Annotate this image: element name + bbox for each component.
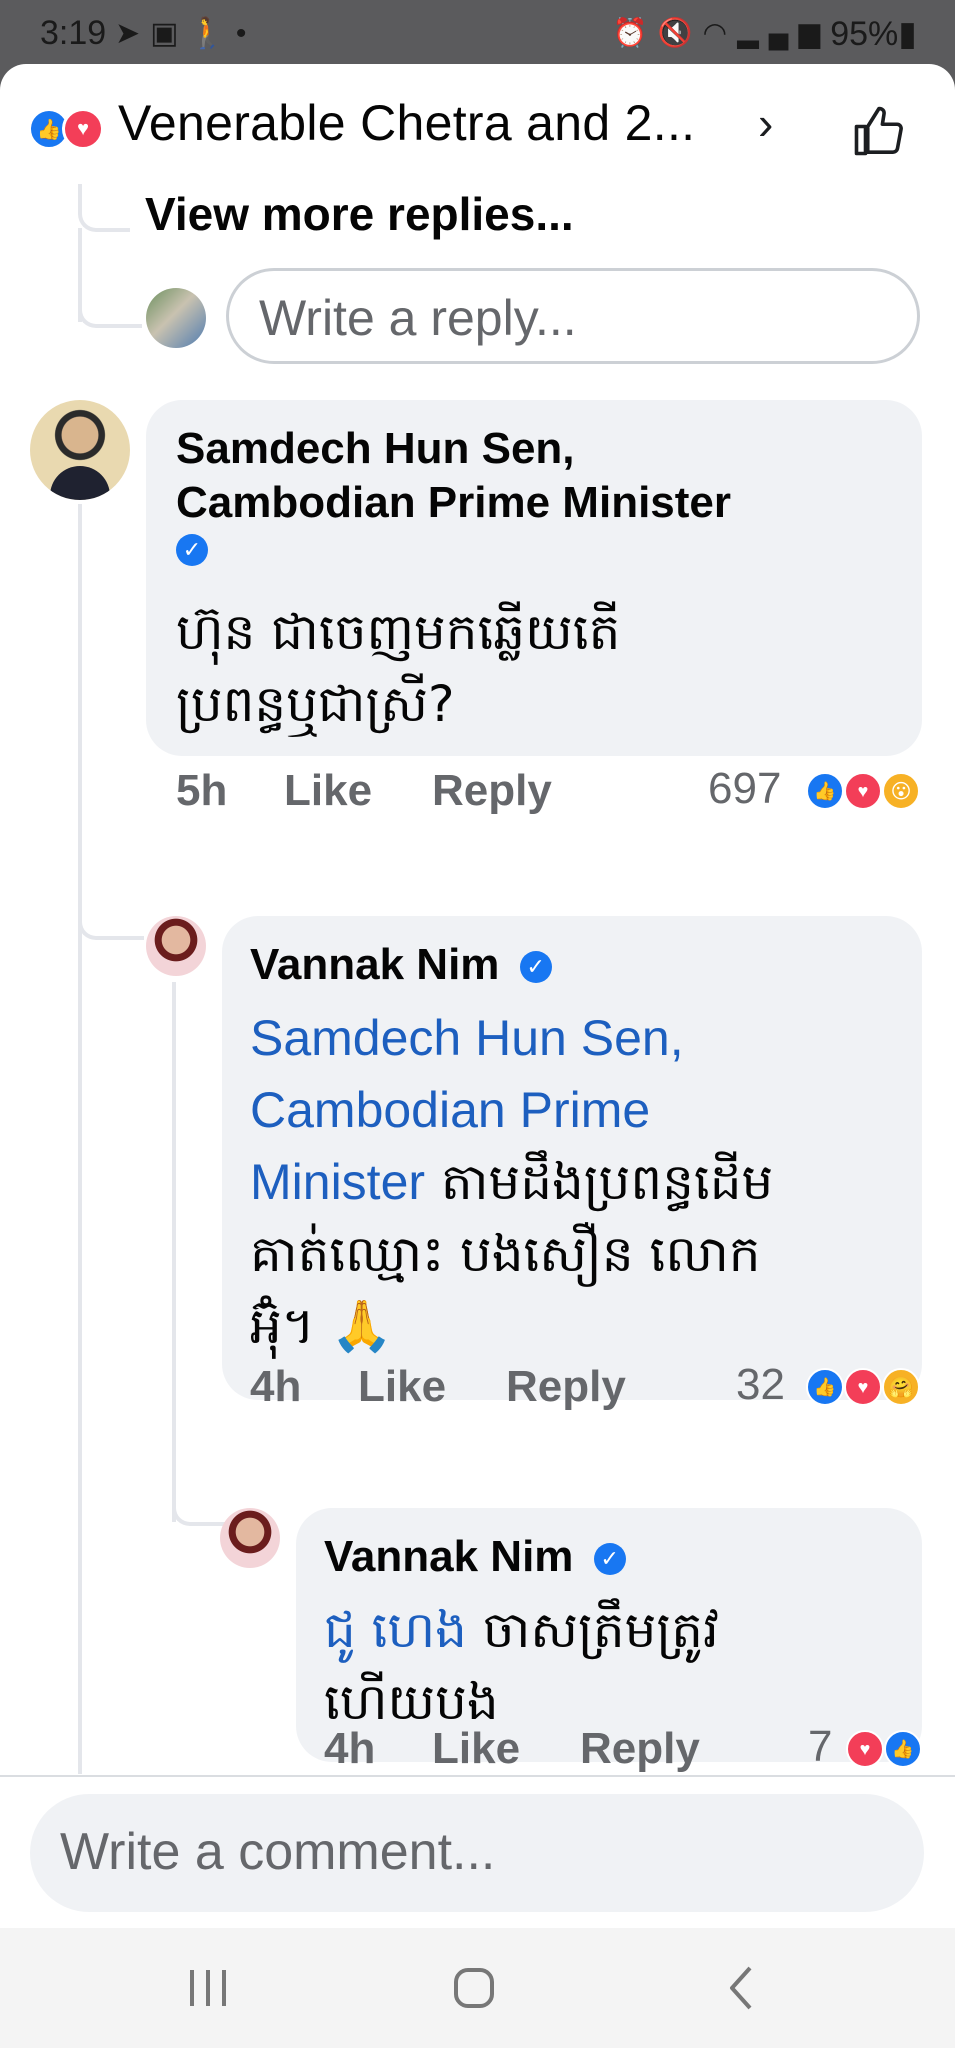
thread-line (78, 504, 82, 1774)
wifi-icon: ◠ (702, 17, 738, 48)
reactors-title[interactable]: Venerable Chetra and 2... (118, 94, 695, 152)
battery-level: 95%▮ (830, 15, 917, 53)
status-time: 3:19 (40, 14, 107, 52)
reply-button[interactable]: Reply (432, 766, 552, 816)
system-nav-bar (0, 1928, 955, 2048)
reactions-summary[interactable]: 👍 ♥ (28, 108, 108, 150)
thread-connector (78, 184, 130, 232)
wow-reaction-icon: 😮 (882, 772, 920, 810)
reply-placeholder: Write a reply... (259, 290, 577, 346)
battery-icon: ▮ (898, 15, 917, 53)
thread-connector (172, 1452, 228, 1526)
recent-apps-icon[interactable] (186, 1968, 230, 2008)
love-reaction-icon: ♥ (844, 1368, 882, 1406)
author-name-line[interactable]: Cambodian Prime Minister (176, 476, 731, 530)
author-name[interactable]: Vannak Nim (250, 940, 499, 989)
like-reaction-icon: 👍 (806, 772, 844, 810)
avatar-suit (50, 466, 110, 500)
alarm-icon: ⏰ (612, 17, 658, 48)
care-reaction-icon: 🤗 (882, 1368, 920, 1406)
comment-text: ជូ ហេង ចាសត្រឹមត្រូវ ហើយបង (324, 1594, 719, 1738)
like-button[interactable]: Like (358, 1362, 446, 1412)
comment-time: 4h (324, 1724, 376, 1773)
comment-text-line: ប្រពន្ធឬជាស្រី? (176, 675, 455, 733)
commenter-avatar[interactable] (30, 400, 130, 500)
reply-button[interactable]: Reply (506, 1362, 626, 1412)
comment-time: 5h (176, 766, 228, 815)
comments-sheet: 👍 ♥ Venerable Chetra and 2... › View mor… (0, 64, 955, 1928)
mention-link[interactable]: ជូ ហេង (324, 1601, 467, 1659)
comment-text-line: ហ៊ុន ជាចេញមកឆ្លើយតើ (176, 603, 621, 661)
reaction-count[interactable]: 32 (736, 1360, 785, 1410)
verified-badge-icon: ✓ (519, 951, 552, 984)
love-reaction-icon: ♥ (844, 772, 882, 810)
thread-connector (78, 294, 142, 328)
mention-link[interactable]: Minister (250, 1154, 425, 1210)
current-user-avatar (146, 288, 206, 348)
verified-badge-icon: ✓ (176, 534, 208, 566)
comment-bubble[interactable]: Samdech Hun Sen, Cambodian Prime Ministe… (146, 400, 922, 756)
comment-text-line: គាត់ឈ្មោះ បងសឿន លោក (250, 1225, 761, 1283)
comment-text-line: តាមដឹងប្រពន្ធដើម (425, 1153, 774, 1211)
comment-bubble[interactable]: Vannak Nim ✓ Samdech Hun Sen, Cambodian … (222, 916, 922, 1400)
author-name-line[interactable]: Samdech Hun Sen, (176, 422, 731, 476)
reply-input[interactable]: Write a reply... (226, 268, 920, 364)
sheet-header: 👍 ♥ Venerable Chetra and 2... › (0, 64, 955, 184)
comment-text: Samdech Hun Sen, Cambodian Prime Ministe… (250, 1002, 773, 1362)
thread-connector (78, 864, 144, 940)
like-reaction-icon: 👍 (806, 1368, 844, 1406)
replier-avatar[interactable] (146, 916, 206, 976)
home-icon[interactable] (452, 1966, 496, 2010)
walk-icon: 🚶 (188, 17, 236, 50)
like-reaction-icon: 👍 (884, 1730, 922, 1768)
reply-button[interactable]: Reply (580, 1724, 700, 1774)
author-name[interactable]: Vannak Nim (324, 1532, 573, 1581)
replier-avatar[interactable] (220, 1508, 280, 1568)
like-button[interactable]: Like (284, 766, 372, 816)
comment-author: Samdech Hun Sen, Cambodian Prime Ministe… (176, 422, 731, 566)
comment-text: ហ៊ុន ជាចេញមកឆ្លើយតើ ប្រពន្ធឬជាស្រី? (176, 596, 620, 740)
comment-text-line: ចាសត្រឹមត្រូវ (466, 1601, 719, 1659)
notification-icons: ➤▣🚶• (115, 16, 256, 51)
like-button[interactable]: Like (432, 1724, 520, 1774)
comment-author[interactable]: Vannak Nim ✓ (324, 1530, 626, 1584)
love-reaction-icon: ♥ (846, 1730, 884, 1768)
composer-divider (0, 1775, 955, 1777)
chevron-right-icon[interactable]: › (758, 96, 773, 150)
comment-text-line: អ៊ុំ។ 🙏 (250, 1297, 393, 1355)
back-icon[interactable] (726, 1964, 756, 2012)
reaction-count[interactable]: 7 (808, 1722, 832, 1772)
signal-icon: ▂▄▆ (737, 17, 830, 48)
comment-input[interactable]: Write a comment... (30, 1794, 924, 1912)
love-reaction-icon: ♥ (62, 108, 104, 150)
comment-placeholder: Write a comment... (60, 1823, 496, 1881)
mention-link[interactable]: Cambodian Prime (250, 1074, 773, 1146)
verified-badge-icon: ✓ (593, 1543, 626, 1576)
system-icons: ⏰🔇◠▂▄▆ (613, 16, 830, 49)
mention-link[interactable]: Samdech Hun Sen, (250, 1002, 773, 1074)
dot-icon: • (235, 17, 257, 50)
comment-time: 4h (250, 1362, 302, 1411)
thread-line (172, 982, 176, 1522)
telegram-icon: ➤ (115, 17, 151, 50)
comment-author[interactable]: Vannak Nim ✓ (250, 938, 552, 992)
like-thumb-icon[interactable] (852, 104, 906, 158)
view-more-replies-link[interactable]: View more replies... (145, 187, 574, 241)
mute-icon: 🔇 (657, 17, 703, 48)
status-bar: 3:19 ➤▣🚶• ⏰🔇◠▂▄▆ 95%▮ (0, 0, 955, 64)
gallery-icon: ▣ (150, 17, 189, 50)
reaction-count[interactable]: 697 (708, 764, 781, 814)
